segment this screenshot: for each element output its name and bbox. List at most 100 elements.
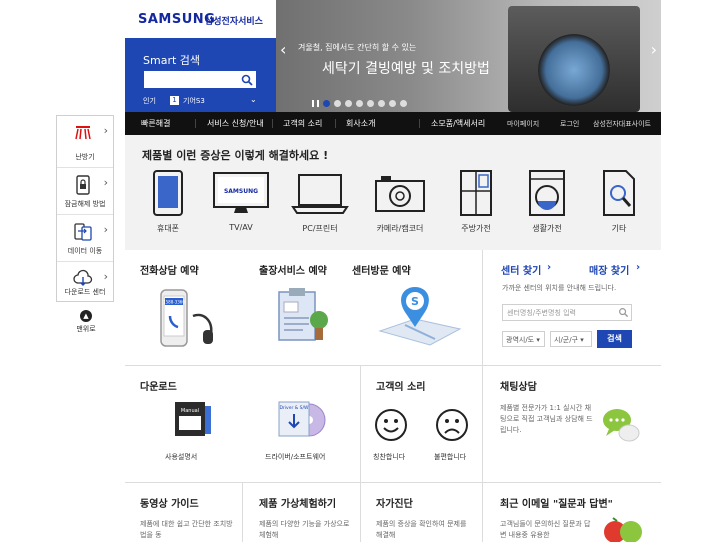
- smile-icon[interactable]: [374, 408, 408, 442]
- logo[interactable]: SAMSUNG 삼성전자서비스: [125, 0, 276, 38]
- divider: [242, 482, 243, 542]
- smart-search-title: Smart 검색: [143, 54, 201, 67]
- chat-description: 제품별 전문가가 1:1 실시간 채팅으로 직접 고객님과 상담해 드립니다.: [500, 404, 593, 434]
- magnifier-doc-icon: [603, 170, 635, 216]
- chevron-down-icon[interactable]: ⌄: [250, 95, 257, 104]
- chevron-right-icon[interactable]: ›: [651, 40, 657, 59]
- category-phone[interactable]: 휴대폰: [133, 169, 203, 234]
- divider: [125, 482, 661, 483]
- category-living[interactable]: 생활가전: [512, 169, 582, 234]
- email-qa-text: 고객님들이 문의하신 질문과 답변 내용중 유용한: [500, 520, 591, 539]
- district-select-value: 시/군/구: [554, 336, 579, 344]
- banner-dot[interactable]: [356, 100, 363, 107]
- quick-item-heater[interactable]: › 난방기: [57, 116, 113, 168]
- search-icon[interactable]: [240, 73, 254, 87]
- phone-headset-illustration: 1588-3366: [160, 289, 213, 347]
- washing-machine-icon: [529, 170, 565, 216]
- quick-item-label: 잠금해제 방법: [64, 200, 106, 208]
- map-pin-illustration: S: [378, 287, 462, 346]
- chevron-right-icon: ›: [103, 124, 108, 137]
- category-label: 휴대폰: [156, 224, 180, 233]
- center-search-input[interactable]: 센터명칭/주변명칭 입력: [502, 304, 632, 321]
- hero-banner[interactable]: ‹ 겨울철, 집에서도 간단히 할 수 있는 세탁기 결빙예방 및 조치방법 ›: [276, 0, 661, 112]
- cloud-download-icon: [73, 269, 93, 286]
- lock-phone-icon: [76, 175, 90, 195]
- complaint-label[interactable]: 불편합니다: [434, 452, 466, 462]
- category-pc[interactable]: PC/프린터: [285, 169, 355, 234]
- manual-badge-text: Manual: [181, 408, 199, 414]
- category-camera[interactable]: 카메라/캠코더: [365, 169, 435, 234]
- visit-reservation-title[interactable]: 출장서비스 예약: [259, 262, 327, 277]
- category-etc[interactable]: 기타: [584, 169, 654, 234]
- center-guide-text: 가까운 센터의 위치를 안내해 드립니다.: [502, 284, 617, 292]
- quick-item-label: 데이터 이동: [67, 247, 103, 255]
- voice-title: 고객의 소리: [376, 382, 426, 393]
- find-center-link[interactable]: 센터 찾기: [501, 262, 541, 277]
- banner-dot[interactable]: [323, 100, 330, 107]
- district-select[interactable]: 시/군/구 ▾: [550, 331, 592, 347]
- driver-label[interactable]: 드라이버/소프트웨어: [265, 452, 325, 462]
- back-to-top-label: 맨위로: [76, 325, 96, 333]
- praise-label[interactable]: 칭찬합니다: [373, 452, 405, 462]
- email-qa-title[interactable]: 최근 이메일 "질문과 답변": [500, 495, 613, 510]
- nav-samsung-site[interactable]: 삼성전자대표사이트: [593, 119, 651, 129]
- divider: [125, 365, 661, 366]
- manual-label[interactable]: 사용설명서: [165, 452, 197, 462]
- category-tv[interactable]: SAMSUNG TV/AV: [206, 169, 276, 232]
- nav-separator: [335, 119, 336, 128]
- city-select[interactable]: 광역시/도 ▾: [502, 331, 545, 347]
- nav-company[interactable]: 회사소개: [346, 118, 375, 129]
- banner-dot[interactable]: [367, 100, 374, 107]
- chevron-right-icon: ›: [547, 262, 552, 273]
- quick-item-data-transfer[interactable]: › 데이터 이동: [57, 215, 113, 262]
- nav-mypage[interactable]: 마이페이지: [507, 119, 539, 129]
- phone-number-text: 1588-3366: [163, 300, 185, 305]
- video-guide-text: 제품에 대한 쉽고 간단한 조치방법을 동: [140, 520, 233, 539]
- quick-item-label: 다운로드 센터: [64, 288, 106, 296]
- search-icon[interactable]: [618, 307, 629, 318]
- symptom-section: 제품별 이런 증상은 이렇게 해결하세요 ! 휴대폰 SAMSUNG TV/AV: [125, 135, 661, 250]
- self-diagnosis-title[interactable]: 자가진단: [376, 495, 413, 510]
- manual-book-icon[interactable]: Manual: [171, 398, 215, 440]
- banner-dot[interactable]: [378, 100, 385, 107]
- nav-service[interactable]: 서비스 신청/안내: [207, 118, 264, 129]
- category-label: PC/프린터: [302, 224, 338, 233]
- symptom-title: 제품별 이런 증상은 이렇게 해결하세요 !: [142, 149, 329, 162]
- banner-dot[interactable]: [400, 100, 407, 107]
- data-transfer-icon: [74, 223, 92, 241]
- banner-subtitle: 겨울철, 집에서도 간단히 할 수 있는: [298, 43, 417, 52]
- washer-door: [538, 34, 610, 106]
- banner-dot[interactable]: [389, 100, 396, 107]
- driver-software-icon[interactable]: Driver & S/W: [277, 398, 327, 440]
- main-nav: 빠른해결 서비스 신청/안내 고객의 소리 회사소개 소모품/액세서리 마이페이…: [125, 112, 661, 135]
- find-store-link[interactable]: 매장 찾기: [589, 262, 629, 277]
- virtual-experience-title[interactable]: 제품 가상체험하기: [259, 495, 336, 510]
- nav-login[interactable]: 로그인: [560, 119, 579, 129]
- category-label: 기타: [611, 224, 627, 233]
- banner-dot[interactable]: [345, 100, 352, 107]
- phone-reservation-title[interactable]: 전화상담 예약: [140, 262, 199, 277]
- frown-icon[interactable]: [435, 408, 469, 442]
- chat-bubble-icon[interactable]: [601, 405, 641, 445]
- chat-title[interactable]: 채팅상담: [500, 378, 537, 393]
- center-badge-text: S: [411, 295, 419, 308]
- category-kitchen[interactable]: 주방가전: [441, 169, 511, 234]
- back-to-top[interactable]: ▲ 맨위로: [73, 310, 99, 334]
- city-select-value: 광역시/도: [506, 336, 535, 344]
- popular-keyword[interactable]: 기어S3: [183, 96, 205, 106]
- laptop-icon: [291, 174, 349, 214]
- chevron-right-icon: ›: [103, 223, 108, 236]
- chevron-left-icon[interactable]: ‹: [280, 40, 286, 59]
- nav-supplies[interactable]: 소모품/액세서리: [431, 118, 485, 129]
- quick-item-unlock[interactable]: › 잠금해제 방법: [57, 168, 113, 215]
- banner-dot[interactable]: [334, 100, 341, 107]
- qa-icon: [604, 517, 642, 542]
- nav-voice[interactable]: 고객의 소리: [283, 118, 322, 129]
- quick-item-download-center[interactable]: › 다운로드 센터: [57, 262, 113, 302]
- center-search-button[interactable]: 검색: [597, 330, 632, 348]
- smart-search-panel: Smart 검색 인기 1 기어S3 ⌄: [125, 38, 276, 112]
- nav-quick-fix[interactable]: 빠른해결: [141, 118, 170, 129]
- center-reservation-title[interactable]: 센터방문 예약: [352, 262, 411, 277]
- pause-icon[interactable]: [312, 100, 319, 107]
- video-guide-title[interactable]: 동영상 가이드: [140, 495, 199, 510]
